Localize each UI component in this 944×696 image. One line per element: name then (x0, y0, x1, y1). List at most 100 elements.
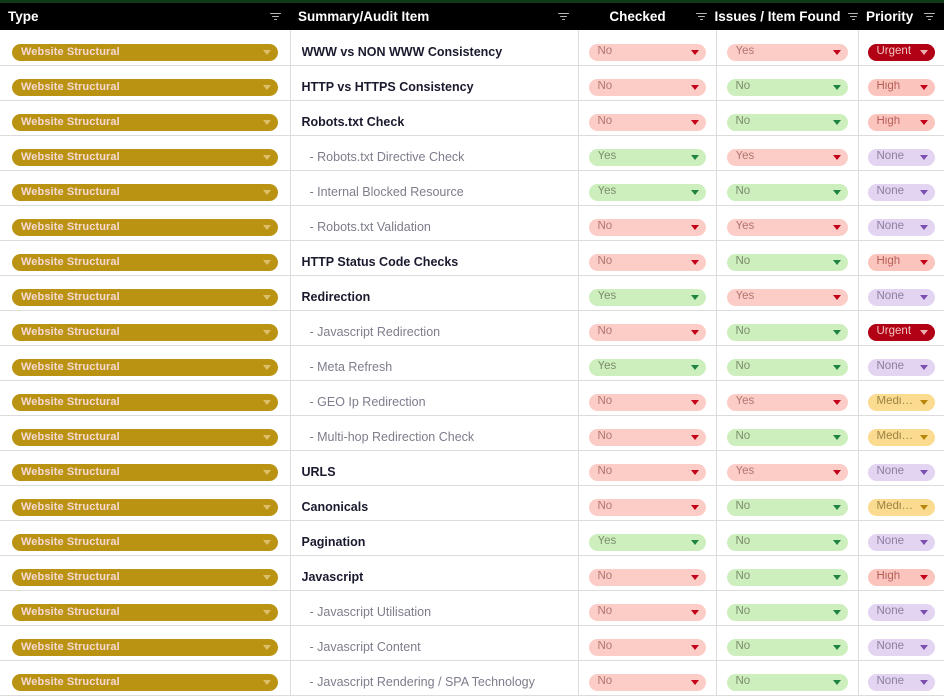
audit-item-label: URLS (301, 466, 336, 479)
checked-dropdown[interactable]: No (588, 113, 706, 131)
checked-dropdown[interactable]: No (588, 463, 706, 481)
priority-dropdown[interactable]: High (867, 253, 935, 271)
checked-dropdown[interactable]: Yes (588, 358, 706, 376)
checked-dropdown[interactable]: Yes (588, 533, 706, 551)
priority-dropdown[interactable]: High (867, 568, 935, 586)
checked-dropdown[interactable]: No (588, 673, 706, 691)
issues-dropdown[interactable]: No (726, 568, 848, 586)
type-dropdown[interactable]: Website Structural (12, 498, 278, 516)
type-dropdown[interactable]: Website Structural (12, 218, 278, 236)
checked-dropdown[interactable]: No (588, 568, 706, 586)
checked-dropdown[interactable]: Yes (588, 148, 706, 166)
issues-dropdown[interactable]: Yes (726, 218, 848, 236)
issues-dropdown[interactable]: No (726, 673, 848, 691)
priority-dropdown-label: None (876, 606, 905, 618)
chevron-down-icon (832, 364, 841, 370)
issues-dropdown[interactable]: No (726, 323, 848, 341)
issues-dropdown[interactable]: No (726, 533, 848, 551)
column-header-summary-audit-item[interactable]: Summary/Audit Item (290, 3, 578, 30)
checked-dropdown[interactable]: No (588, 218, 706, 236)
filter-funnel-icon[interactable] (923, 10, 936, 23)
checked-dropdown-label: No (597, 431, 613, 443)
priority-dropdown[interactable]: None (867, 218, 935, 236)
type-dropdown[interactable]: Website Structural (12, 358, 278, 376)
priority-dropdown[interactable]: None (867, 638, 935, 656)
priority-dropdown[interactable]: None (867, 533, 935, 551)
priority-dropdown[interactable]: Medium (867, 428, 935, 446)
priority-dropdown[interactable]: None (867, 148, 935, 166)
type-dropdown[interactable]: Website Structural (12, 673, 278, 691)
column-header-priority[interactable]: Priority (858, 3, 944, 30)
checked-dropdown[interactable]: No (588, 428, 706, 446)
checked-dropdown-label: Yes (597, 536, 617, 548)
checked-dropdown[interactable]: No (588, 78, 706, 96)
type-dropdown[interactable]: Website Structural (12, 288, 278, 306)
issues-dropdown[interactable]: No (726, 78, 848, 96)
issues-dropdown[interactable]: No (726, 638, 848, 656)
type-dropdown[interactable]: Website Structural (12, 113, 278, 131)
checked-dropdown[interactable]: No (588, 323, 706, 341)
type-dropdown[interactable]: Website Structural (12, 43, 278, 61)
chevron-down-icon (262, 189, 271, 195)
issues-dropdown[interactable]: Yes (726, 43, 848, 61)
priority-dropdown[interactable]: None (867, 673, 935, 691)
checked-dropdown[interactable]: Yes (588, 183, 706, 201)
priority-dropdown[interactable]: High (867, 78, 935, 96)
checked-dropdown-label: Yes (597, 151, 617, 163)
issues-dropdown[interactable]: Yes (726, 288, 848, 306)
column-header-type[interactable]: Type (0, 3, 290, 30)
priority-dropdown[interactable]: Medium (867, 393, 935, 411)
priority-dropdown[interactable]: High (867, 113, 935, 131)
type-dropdown[interactable]: Website Structural (12, 393, 278, 411)
audit-item-label: Canonicals (301, 501, 369, 514)
type-dropdown[interactable]: Website Structural (12, 603, 278, 621)
issues-dropdown[interactable]: No (726, 428, 848, 446)
type-dropdown[interactable]: Website Structural (12, 638, 278, 656)
issues-dropdown[interactable]: No (726, 183, 848, 201)
type-dropdown[interactable]: Website Structural (12, 568, 278, 586)
column-header-checked[interactable]: Checked (578, 3, 716, 30)
priority-dropdown[interactable]: None (867, 603, 935, 621)
type-dropdown[interactable]: Website Structural (12, 148, 278, 166)
type-dropdown[interactable]: Website Structural (12, 183, 278, 201)
column-header-issues-item-found[interactable]: Issues / Item Found (714, 3, 859, 30)
priority-dropdown[interactable]: Urgent (867, 43, 935, 61)
checked-dropdown[interactable]: No (588, 498, 706, 516)
issues-dropdown[interactable]: No (726, 358, 848, 376)
checked-dropdown[interactable]: Yes (588, 288, 706, 306)
priority-dropdown[interactable]: Medium (867, 498, 935, 516)
checked-dropdown-label: No (597, 221, 613, 233)
type-dropdown[interactable]: Website Structural (12, 463, 278, 481)
checked-dropdown[interactable]: No (588, 603, 706, 621)
type-dropdown-label: Website Structural (21, 291, 120, 303)
priority-dropdown[interactable]: None (867, 183, 935, 201)
checked-dropdown[interactable]: No (588, 638, 706, 656)
issues-dropdown[interactable]: No (726, 253, 848, 271)
checked-dropdown[interactable]: No (588, 253, 706, 271)
type-dropdown[interactable]: Website Structural (12, 78, 278, 96)
issues-dropdown[interactable]: Yes (726, 148, 848, 166)
type-dropdown[interactable]: Website Structural (12, 253, 278, 271)
filter-funnel-icon[interactable] (695, 10, 708, 23)
type-dropdown[interactable]: Website Structural (12, 533, 278, 551)
issues-dropdown[interactable]: Yes (726, 393, 848, 411)
chevron-down-icon (690, 259, 699, 265)
filter-funnel-icon[interactable] (269, 10, 282, 23)
checked-dropdown[interactable]: No (588, 43, 706, 61)
type-dropdown[interactable]: Website Structural (12, 323, 278, 341)
filter-funnel-icon[interactable] (557, 10, 570, 23)
type-dropdown[interactable]: Website Structural (12, 428, 278, 446)
priority-dropdown[interactable]: None (867, 463, 935, 481)
chevron-down-icon (690, 49, 699, 55)
issues-dropdown[interactable]: No (726, 113, 848, 131)
issues-dropdown-label: No (735, 536, 751, 548)
issues-dropdown[interactable]: No (726, 603, 848, 621)
cell-type: Website Structural (0, 310, 291, 346)
checked-dropdown[interactable]: No (588, 393, 706, 411)
issues-dropdown[interactable]: Yes (726, 463, 848, 481)
issues-dropdown[interactable]: No (726, 498, 848, 516)
priority-dropdown[interactable]: None (867, 358, 935, 376)
priority-dropdown[interactable]: Urgent (867, 323, 935, 341)
priority-dropdown[interactable]: None (867, 288, 935, 306)
cell-issues-found: No (716, 65, 859, 101)
